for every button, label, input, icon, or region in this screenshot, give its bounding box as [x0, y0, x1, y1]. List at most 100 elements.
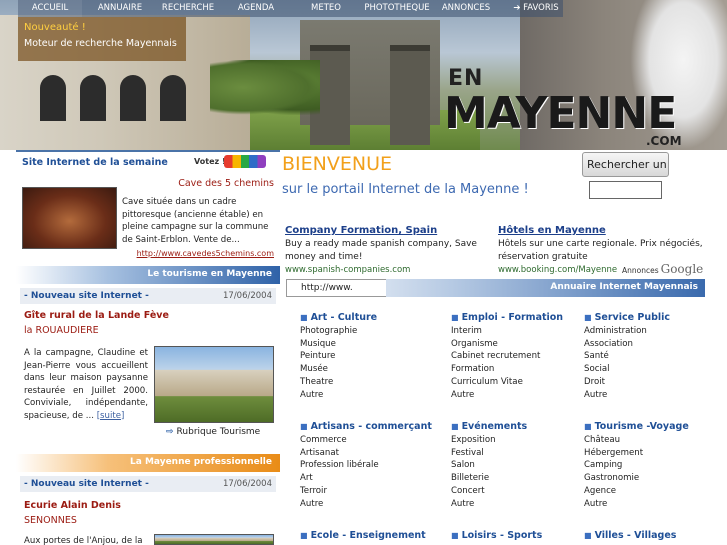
votez-label[interactable]: Votez ! — [194, 157, 226, 166]
nav-accueil[interactable]: ACCUEIL — [18, 0, 82, 17]
category-link[interactable]: Commerce — [300, 434, 432, 447]
ad-1-url[interactable]: www.spanish-companies.com — [285, 265, 410, 275]
category-link[interactable]: Autre — [300, 498, 432, 511]
category-link[interactable]: Autre — [451, 498, 527, 511]
category-title[interactable]: ■ Villes - Villages — [584, 529, 676, 542]
google-ads-label[interactable]: Annonces Google — [622, 262, 703, 276]
nav-recherche[interactable]: RECHERCHE — [156, 0, 220, 17]
site-semaine-image[interactable] — [22, 187, 117, 249]
category-link[interactable]: Musée — [300, 363, 377, 376]
rubrique-tourisme-link[interactable]: ⇨ Rubrique Tourisme — [166, 427, 260, 437]
category-villes-villages: ■ Villes - Villages — [584, 529, 676, 542]
category-link[interactable]: Hébergement — [584, 447, 689, 460]
nav-meteo-label[interactable]: METEO — [294, 0, 358, 17]
ad-1-title[interactable]: Company Formation, Spain — [285, 224, 485, 238]
category-title[interactable]: ■ Ecole - Enseignement — [300, 529, 426, 542]
nav-phototheque-label[interactable]: PHOTOTHEQUE — [360, 0, 434, 17]
category-link[interactable]: Billeterie — [451, 472, 527, 485]
pro-site-title[interactable]: Ecurie Alain Denis — [24, 500, 121, 511]
category-link[interactable]: Artisanat — [300, 447, 432, 460]
nav-meteo[interactable]: METEO — [294, 0, 358, 17]
category-link[interactable]: Château — [584, 434, 689, 447]
nav-favoris-link[interactable]: ➔ FAVORIS — [506, 0, 566, 17]
tourisme-more-link[interactable]: [suite] — [97, 411, 125, 421]
search-button[interactable]: Rechercher un site — [582, 152, 669, 177]
category-link[interactable]: Droit — [584, 376, 670, 389]
category-link[interactable]: Theatre — [300, 376, 377, 389]
category-title[interactable]: ■ Evénements — [451, 420, 527, 433]
nav-annonces-label[interactable]: ANNONCES — [436, 0, 496, 17]
nav-accueil-label[interactable]: ACCUEIL — [18, 0, 82, 17]
nav-agenda[interactable]: AGENDA — [224, 0, 288, 17]
category-link[interactable]: Camping — [584, 459, 689, 472]
category-title[interactable]: ■ Tourisme -Voyage — [584, 420, 689, 433]
vote-badge-icon[interactable] — [224, 155, 266, 168]
category-link[interactable]: Terroir — [300, 485, 432, 498]
category-loisirs-sports: ■ Loisirs - Sports — [451, 529, 542, 542]
category-link[interactable]: Curriculum Vitae — [451, 376, 563, 389]
news-text: Moteur de recherche Mayennais — [24, 38, 177, 49]
welcome-subtitle: sur le portail Internet de la Mayenne ! — [282, 182, 529, 197]
category-link[interactable]: Peinture — [300, 350, 377, 363]
category-link[interactable]: Autre — [584, 498, 689, 511]
google-logo: Google — [660, 262, 704, 276]
category-title[interactable]: ■ Art - Culture — [300, 311, 377, 324]
category-link[interactable]: Musique — [300, 338, 377, 351]
ad-2-title[interactable]: Hôtels en Mayenne — [498, 224, 706, 238]
category-link[interactable]: Photographie — [300, 325, 377, 338]
pro-site-desc: Aux portes de l'Anjou, de la — [24, 536, 143, 545]
tourisme-news-header: - Nouveau site Internet - 17/06/2004 — [20, 288, 276, 304]
pro-band-label: La Mayenne professionnelle — [130, 457, 272, 467]
category-link[interactable]: Autre — [451, 389, 563, 402]
divider — [16, 150, 280, 152]
pro-site-image[interactable] — [154, 534, 274, 545]
nav-recherche-label[interactable]: RECHERCHE — [156, 0, 220, 17]
category-link[interactable]: Gastronomie — [584, 472, 689, 485]
square-bullet-icon: ■ — [584, 313, 592, 322]
search-input[interactable] — [589, 181, 662, 199]
category-link[interactable]: Organisme — [451, 338, 563, 351]
category-link[interactable]: Cabinet recrutement — [451, 350, 563, 363]
nav-annuaire-label[interactable]: ANNUAIRE — [88, 0, 152, 17]
left-column: Site Internet de la semaine Votez ! Cave… — [16, 150, 280, 545]
category-link[interactable]: Profession libérale — [300, 459, 432, 472]
nav-annonces[interactable]: ANNONCES — [436, 0, 496, 17]
nav-favoris-label: FAVORIS — [523, 3, 559, 13]
category-link[interactable]: Autre — [300, 389, 377, 402]
tourisme-site-title[interactable]: Gîte rural de la Lande Fève — [24, 310, 169, 321]
tourisme-site-image[interactable] — [154, 346, 274, 423]
category-link[interactable]: Art — [300, 472, 432, 485]
category-link[interactable]: Administration — [584, 325, 670, 338]
nav-favoris[interactable]: ➔ FAVORIS — [506, 0, 566, 17]
category-link[interactable]: Santé — [584, 350, 670, 363]
category-title[interactable]: ■ Artisans - commerçant — [300, 420, 432, 433]
category-link[interactable]: Formation — [451, 363, 563, 376]
news-box[interactable]: Nouveauté ! Moteur de recherche Mayennai… — [18, 17, 186, 61]
category-ecole-enseignement: ■ Ecole - Enseignement — [300, 529, 426, 542]
category-link[interactable]: Festival — [451, 447, 527, 460]
category-link[interactable]: Social — [584, 363, 670, 376]
site-semaine-link[interactable]: http://www.cavedes5chemins.com — [137, 249, 274, 258]
category-title[interactable]: ■ Loisirs - Sports — [451, 529, 542, 542]
category-link[interactable]: Exposition — [451, 434, 527, 447]
nav-agenda-label[interactable]: AGENDA — [224, 0, 288, 17]
ad-1-text: Buy a ready made spanish company, Save m… — [285, 239, 477, 262]
category-title[interactable]: ■ Service Public — [584, 311, 670, 324]
category-link[interactable]: Agence — [584, 485, 689, 498]
square-bullet-icon: ■ — [451, 531, 459, 540]
welcome-section: BIENVENUE sur le portail Internet de la … — [282, 150, 577, 220]
category-link[interactable]: Interim — [451, 325, 563, 338]
ad-2-url[interactable]: www.booking.com/Mayenne — [498, 265, 617, 275]
arrow-icon: ⇨ — [166, 427, 174, 437]
category-link[interactable]: Association — [584, 338, 670, 351]
nav-annuaire[interactable]: ANNUAIRE — [88, 0, 152, 17]
category-title[interactable]: ■ Emploi - Formation — [451, 311, 563, 324]
ad-1[interactable]: Company Formation, Spain Buy a ready mad… — [285, 224, 485, 277]
category-link[interactable]: Autre — [584, 389, 670, 402]
square-bullet-icon: ■ — [451, 422, 459, 431]
site-logo[interactable]: EN MAYENNE .COM — [440, 62, 690, 150]
site-semaine-name[interactable]: Cave des 5 chemins — [178, 178, 274, 189]
category-link[interactable]: Concert — [451, 485, 527, 498]
nav-phototheque[interactable]: PHOTOTHEQUE — [360, 0, 434, 17]
category-link[interactable]: Salon — [451, 459, 527, 472]
